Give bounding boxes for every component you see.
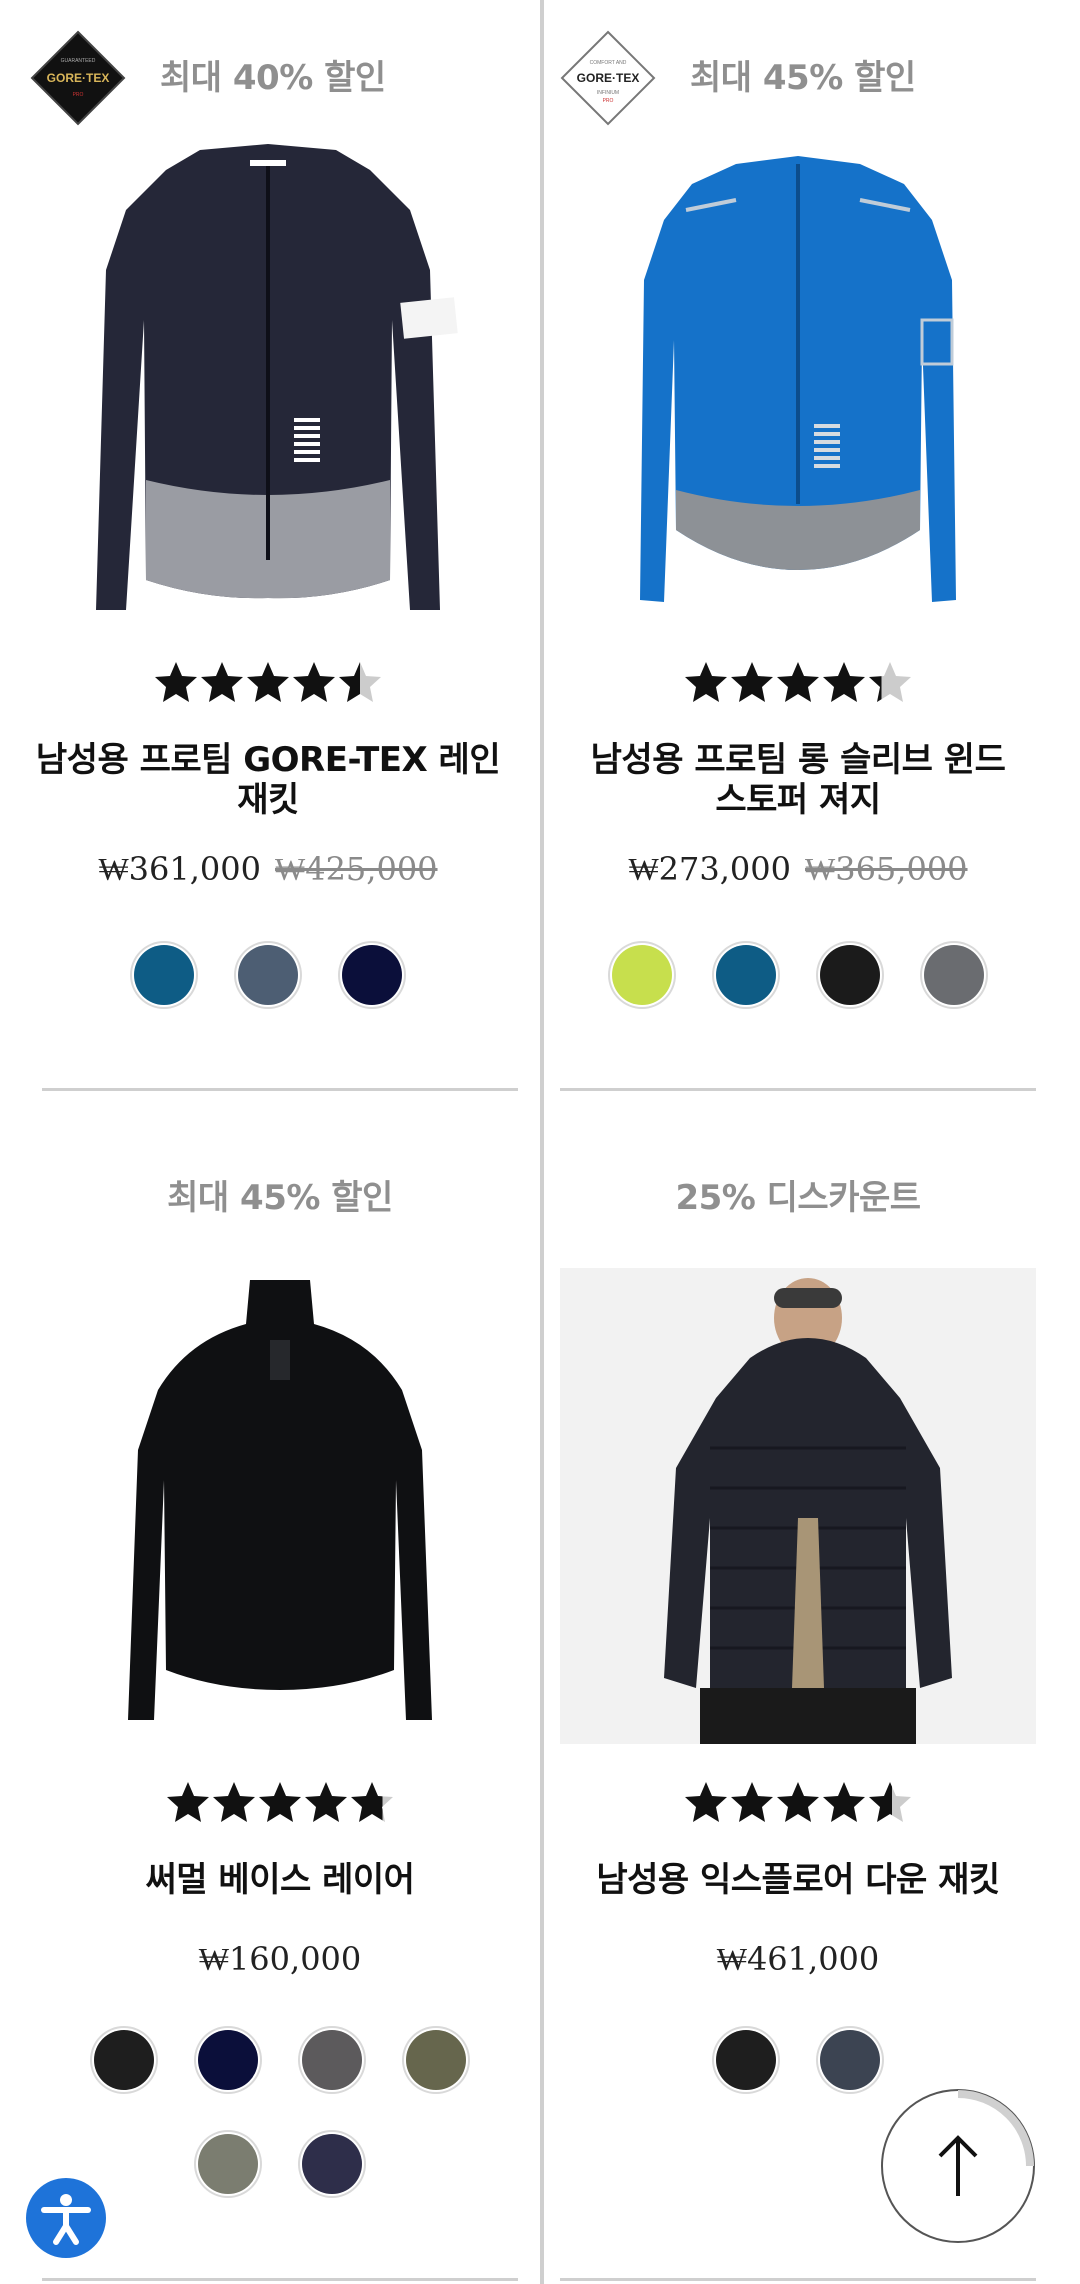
column-divider [540,0,544,2284]
product-title[interactable]: 남성용 프로팀 GORE-TEX 레인 재킷 [30,740,506,820]
star-rating [560,660,1036,710]
star-rating [30,660,506,710]
color-swatch[interactable] [924,945,984,1005]
product-image-rain-jacket[interactable] [30,130,506,610]
product-title-line: 재킷 [237,780,299,820]
product-title-line: 남성용 프로팀 GORE-TEX 레인 [35,740,501,780]
original-price: ₩365,000 [805,850,968,888]
color-swatch[interactable] [342,945,402,1005]
color-swatch[interactable] [820,945,880,1005]
color-swatch[interactable] [238,945,298,1005]
color-swatch[interactable] [716,945,776,1005]
row-divider [42,2278,518,2281]
star-rating-icon [685,662,911,702]
color-swatches [30,945,506,1005]
color-swatch[interactable] [302,2030,362,2090]
color-swatches [560,945,1036,1005]
color-swatch[interactable] [406,2030,466,2090]
color-swatch[interactable] [820,2030,880,2090]
back-to-top-button[interactable] [880,2088,1036,2244]
star-rating-icon [167,1782,393,1822]
color-swatch[interactable] [198,2030,258,2090]
star-rating [42,1780,518,1830]
promo-label: 최대 40% 할인 [160,58,386,98]
product-image-down-jacket[interactable] [560,1266,1036,1746]
star-rating-icon [155,662,381,702]
color-swatches [80,2030,480,2194]
color-swatches [560,2030,1036,2090]
star-rating [560,1780,1036,1830]
sale-price: ₩273,000 [628,850,791,888]
price-row: ₩361,000 ₩425,000 [30,850,506,888]
product-image-base-layer[interactable] [42,1260,518,1740]
accessibility-button[interactable] [26,2178,106,2258]
product-title[interactable]: 써멀 베이스 레이어 [42,1860,518,1900]
row-divider [560,1088,1036,1091]
product-title-line: 스토퍼 져지 [715,780,881,820]
sale-price: ₩361,000 [98,850,261,888]
sale-price: ₩160,000 [198,1940,362,1978]
promo-label: 최대 45% 할인 [690,58,916,98]
color-swatch[interactable] [612,945,672,1005]
star-rating-icon [685,1782,911,1822]
color-swatch[interactable] [134,945,194,1005]
product-title-line: 남성용 프로팀 롱 슬리브 윈드 [590,740,1006,780]
sale-price: ₩461,000 [716,1940,880,1978]
price-row: ₩273,000 ₩365,000 [560,850,1036,888]
promo-label: 25% 디스카운트 [675,1178,921,1218]
row-divider [560,2278,1036,2281]
color-swatch[interactable] [716,2030,776,2090]
accessibility-icon [41,2194,91,2245]
product-title-line: 써멀 베이스 레이어 [145,1860,415,1900]
price-row: ₩160,000 [42,1940,518,1978]
product-image-wind-jersey[interactable] [560,130,1036,610]
product-title[interactable]: 남성용 프로팀 롱 슬리브 윈드 스토퍼 져지 [560,740,1036,820]
arrow-up-icon [881,2089,1035,2243]
price-row: ₩461,000 [560,1940,1036,1978]
color-swatch[interactable] [198,2134,258,2194]
promo-label: 최대 45% 할인 [167,1178,393,1218]
product-title-line: 남성용 익스플로어 다운 재킷 [596,1860,1000,1900]
row-divider [42,1088,518,1091]
color-swatch[interactable] [94,2030,154,2090]
color-swatch[interactable] [302,2134,362,2194]
original-price: ₩425,000 [275,850,438,888]
product-title[interactable]: 남성용 익스플로어 다운 재킷 [560,1860,1036,1900]
